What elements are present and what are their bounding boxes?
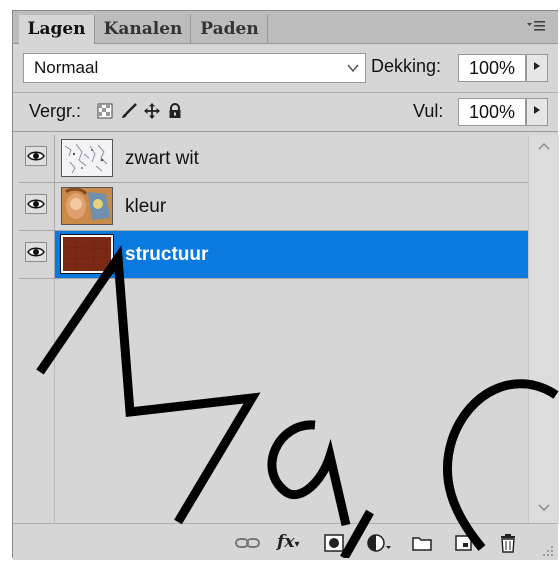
chevron-down-icon: [347, 54, 359, 92]
layer-name: structuur: [125, 244, 209, 265]
tab-paden[interactable]: Paden: [192, 15, 268, 43]
layer-name: zwart wit: [125, 148, 199, 169]
fill-input[interactable]: 100%: [458, 98, 526, 126]
bottom-toolbar: fx▾: [13, 523, 558, 560]
opacity-slider-button[interactable]: [526, 54, 548, 82]
layers-scrollbar[interactable]: [528, 135, 559, 523]
divider: [13, 131, 558, 132]
layer-thumbnail: [61, 139, 113, 177]
fill-slider-button[interactable]: [526, 98, 548, 126]
fx-icon[interactable]: fx▾: [277, 533, 299, 553]
layer-row-kleur[interactable]: kleur: [19, 183, 528, 231]
chevron-right-icon: [534, 106, 540, 114]
visibility-toggle[interactable]: [19, 135, 55, 182]
lock-label: Vergr.:: [29, 101, 82, 121]
fx-label: fx: [277, 532, 295, 552]
eye-icon: [27, 247, 45, 257]
eye-icon: [27, 199, 45, 209]
tab-kanalen[interactable]: Kanalen: [96, 15, 191, 43]
divider: [13, 92, 558, 93]
lock-all-icon[interactable]: [167, 103, 183, 119]
adjustment-layer-icon[interactable]: [366, 533, 391, 553]
layer-thumbnail: [60, 234, 114, 274]
trash-icon[interactable]: [497, 533, 519, 553]
lock-position-icon[interactable]: [144, 103, 160, 119]
visibility-toggle[interactable]: [19, 183, 55, 230]
tab-lagen[interactable]: Lagen: [19, 15, 95, 44]
chevron-right-icon: [534, 62, 540, 70]
scroll-down-icon[interactable]: [529, 501, 559, 519]
visibility-toggle[interactable]: [19, 231, 55, 278]
tab-bar: Lagen Kanalen Paden: [13, 11, 558, 44]
eye-icon: [27, 151, 45, 161]
panel-menu-icon[interactable]: [526, 19, 546, 35]
new-group-icon[interactable]: [411, 533, 433, 553]
opacity-label: Dekking:: [371, 56, 442, 76]
resize-grip-icon[interactable]: [540, 542, 554, 556]
layer-name: kleur: [125, 196, 167, 217]
layers-list: zwart wit kleur structuur: [19, 135, 528, 523]
layers-panel: Lagen Kanalen Paden Normaal Dekking: 100…: [12, 10, 559, 560]
blend-mode-value: Normaal: [34, 58, 99, 77]
layer-row-structuur[interactable]: structuur: [19, 231, 528, 279]
fill-label: Vul:: [413, 101, 444, 121]
column-divider: [54, 279, 55, 523]
blend-mode-select[interactable]: Normaal: [23, 53, 366, 83]
scroll-up-icon[interactable]: [529, 139, 559, 157]
layer-thumbnail: [61, 187, 113, 225]
lock-transparent-icon[interactable]: [97, 103, 113, 119]
layer-row-zwart-wit[interactable]: zwart wit: [19, 135, 528, 183]
layer-mask-icon[interactable]: [323, 533, 345, 553]
link-layers-icon[interactable]: [235, 533, 260, 553]
lock-image-icon[interactable]: [121, 103, 137, 119]
new-layer-icon[interactable]: [453, 533, 475, 553]
opacity-input[interactable]: 100%: [458, 54, 526, 82]
